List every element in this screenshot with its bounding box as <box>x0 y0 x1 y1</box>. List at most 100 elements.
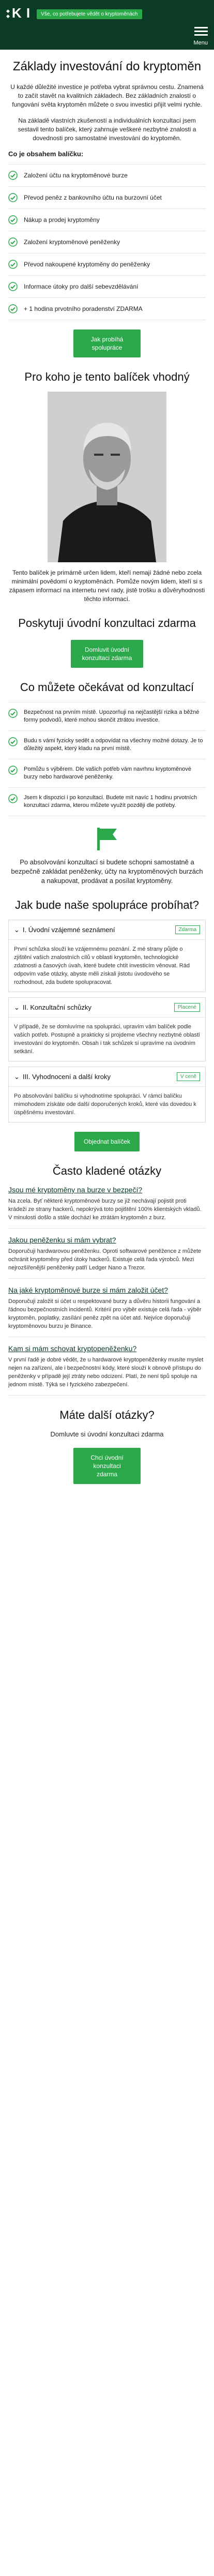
faq-answer: Doporučuji založit si účet u respektovan… <box>8 1297 206 1337</box>
flag-icon <box>97 828 117 850</box>
check-icon <box>8 215 18 224</box>
process-section: Jak bude naše spolupráce probíhat? ⌄ I. Ú… <box>0 898 214 1151</box>
process-step-title: ⌄ III. Vyhodnocení a další kroky <box>14 1073 111 1081</box>
faq-question[interactable]: Na jaké kryptoměnové burze si mám založi… <box>8 1286 206 1294</box>
list-item: Převod nakoupené kryptoměny do peněženky <box>8 253 206 276</box>
process-title: Jak bude naše spolupráce probíhat? <box>15 898 199 911</box>
list-item: Nákup a prodej kryptoměny <box>8 209 206 231</box>
chevron-down-icon: ⌄ <box>14 925 20 934</box>
check-icon <box>8 304 18 313</box>
list-item-text: Převod nakoupené kryptoměny do peněženky <box>24 261 150 268</box>
intro-paragraph-1: U každé důležité investice je potřeba vy… <box>10 83 204 108</box>
faq-item: Kam si mám schovat kryptopeněženku? V pr… <box>8 1344 206 1396</box>
faq-title: Často kladené otázky <box>52 1164 162 1177</box>
price-badge: Placené <box>174 1003 200 1012</box>
faq-item: Jakou peněženku si mám vybrat? Doporučuj… <box>8 1236 206 1279</box>
list-item: + 1 hodina prvotního poradenství ZDARMA <box>8 298 206 320</box>
faq-answer: V první řadě je dobré vědět, že u hardwa… <box>8 1356 206 1396</box>
package-list: Založení účtu na kryptoměnové burze Přev… <box>8 164 206 320</box>
free-consultation-section: Poskytuji úvodní konzultaci zdarma Domlu… <box>0 616 214 668</box>
list-item-text: Založení účtu na kryptoměnové burze <box>24 172 128 179</box>
process-step[interactable]: ⌄ I. Úvodní vzájemné seznámení Zdarma Prv… <box>8 920 206 992</box>
faq-answer: Doporučuji hardwarovou peněženku. Oproti… <box>8 1247 206 1279</box>
process-step-header[interactable]: ⌄ I. Úvodní vzájemné seznámení Zdarma <box>9 920 205 940</box>
header-tagline: Vše, co potřebujete vědět o kryptoměnách <box>37 9 142 19</box>
faq-question[interactable]: Kam si mám schovat kryptopeněženku? <box>8 1344 206 1353</box>
site-header: ◆ ◆ K I Vše, co potřebujete vědět o krypt… <box>0 0 214 50</box>
order-package-button[interactable]: Objednat balíček <box>74 1132 140 1151</box>
list-item-text: + 1 hodina prvotního poradenství ZDARMA <box>24 305 143 312</box>
free-consultation-button[interactable]: Domluvit úvodní konzultaci zdarma <box>71 640 143 668</box>
how-it-works-button[interactable]: Jak probíhá spolupráce <box>73 330 141 357</box>
faq-section: Často kladené otázky Jsou mé kryptoměny … <box>0 1164 214 1396</box>
intro-title: Základy investování do kryptoměn <box>12 59 202 73</box>
logo-mark-icon: ◆ ◆ <box>6 8 10 19</box>
process-step-header[interactable]: ⌄ III. Vyhodnocení a další kroky V ceně <box>9 1067 205 1087</box>
process-step-title: ⌄ I. Úvodní vzájemné seznámení <box>14 926 115 934</box>
list-item-text: Jsem k dispozici i po konzultaci. Budete… <box>24 795 197 808</box>
list-item-text: Nákup a prodej kryptoměny <box>24 216 100 223</box>
faq-item: Na jaké kryptoměnové burze si mám založi… <box>8 1286 206 1337</box>
process-step[interactable]: ⌄ II. Konzultační schůzky Placené V přípa… <box>8 997 206 1061</box>
package-heading: Co je obsahem balíčku: <box>8 150 84 158</box>
expect-section: Co můžete očekávat od konzultací Bezpečn… <box>0 680 214 886</box>
intro-paragraph-2: Na základě vlastních zkušeností a indivi… <box>18 117 196 142</box>
price-badge: V ceně <box>176 1072 200 1081</box>
menu-label: Menu <box>193 40 208 46</box>
process-step-body: První schůzka slouží ke vzájemnému pozná… <box>14 946 190 985</box>
check-icon <box>8 260 18 269</box>
process-step-body: V případě, že se domluvíme na spolupráci… <box>14 1024 200 1055</box>
portrait-photo <box>48 392 166 562</box>
list-item-text: Založení kryptoměnové peněženky <box>24 238 120 246</box>
check-icon <box>8 709 18 718</box>
chevron-down-icon: ⌄ <box>14 1072 20 1081</box>
more-subtitle: Domluvte si úvodní konzultaci zdarma <box>50 1430 164 1438</box>
check-icon <box>8 766 18 775</box>
list-item-text: Pomůžu s výběrem. Dle vašich potřeb vám … <box>24 766 192 780</box>
list-item: Založení účtu na kryptoměnové burze <box>8 164 206 187</box>
check-icon <box>8 794 18 803</box>
list-item: Informace útoky pro další sebevzdělávání <box>8 276 206 298</box>
process-step-header[interactable]: ⌄ II. Konzultační schůzky Placené <box>9 998 205 1017</box>
expect-title: Co můžete očekávat od konzultací <box>20 681 194 694</box>
intro-section: Základy investování do kryptoměn U každé… <box>0 59 214 357</box>
who-text: Tento balíček je primárně určen lidem, k… <box>9 569 205 603</box>
check-icon <box>8 237 18 247</box>
more-questions-section: Máte další otázky? Domluvte si úvodní ko… <box>0 1408 214 1484</box>
list-item-text: Bezpečnost na prvním místě. Upozorňuji n… <box>24 709 200 723</box>
check-icon <box>8 737 18 746</box>
faq-answer: Na zcela. Byť některé kryptoměnové burzy… <box>8 1197 206 1229</box>
check-icon <box>8 193 18 202</box>
list-item: Bezpečnost na prvním místě. Upozorňuji n… <box>8 702 206 731</box>
list-item: Budu s vámi fyzicky sedět a odpovídat na… <box>8 731 206 759</box>
list-item: Jsem k dispozici i po konzultaci. Budete… <box>8 788 206 816</box>
free-title: Poskytuji úvodní konzultaci zdarma <box>18 617 196 630</box>
list-item: Pomůžu s výběrem. Dle vašich potřeb vám … <box>8 759 206 788</box>
logo[interactable]: ◆ ◆ K I <box>6 5 30 21</box>
faq-item: Jsou mé kryptoměny na burze v bezpečí? N… <box>8 1186 206 1229</box>
hamburger-icon <box>194 27 208 38</box>
expect-summary: Po absolvování konzultací si budete scho… <box>11 858 203 885</box>
process-step[interactable]: ⌄ III. Vyhodnocení a další kroky V ceně P… <box>8 1067 206 1122</box>
menu-button[interactable]: Menu <box>193 27 208 46</box>
process-step-body: Po absolvování balíčku si vyhodnotíme sp… <box>14 1093 196 1116</box>
list-item-text: Budu s vámi fyzicky sedět a odpovídat na… <box>24 738 203 752</box>
faq-question[interactable]: Jsou mé kryptoměny na burze v bezpečí? <box>8 1186 206 1194</box>
faq-question[interactable]: Jakou peněženku si mám vybrat? <box>8 1236 206 1244</box>
logo-text: K I <box>11 5 31 21</box>
process-step-title-text: I. Úvodní vzájemné seznámení <box>22 926 115 934</box>
list-item: Převod peněz z bankovního účtu na burzov… <box>8 187 206 209</box>
list-item-text: Informace útoky pro další sebevzdělávání <box>24 283 139 290</box>
chevron-down-icon: ⌄ <box>14 1003 20 1011</box>
want-consultation-button[interactable]: Chci úvodní konzultaci zdarma <box>73 1448 141 1484</box>
expect-list: Bezpečnost na prvním místě. Upozorňuji n… <box>8 702 206 816</box>
check-icon <box>8 282 18 291</box>
page-bottom-space <box>0 1495 214 2308</box>
process-step-title-text: III. Vyhodnocení a další kroky <box>22 1073 111 1081</box>
more-title: Máte další otázky? <box>59 1409 155 1421</box>
process-step-title: ⌄ II. Konzultační schůzky <box>14 1004 91 1012</box>
list-item-text: Převod peněz z bankovního účtu na burzov… <box>24 194 162 201</box>
who-title: Pro koho je tento balíček vhodný <box>24 370 190 383</box>
who-section: Pro koho je tento balíček vhodný Tento b… <box>0 370 214 604</box>
process-step-title-text: II. Konzultační schůzky <box>22 1004 91 1011</box>
